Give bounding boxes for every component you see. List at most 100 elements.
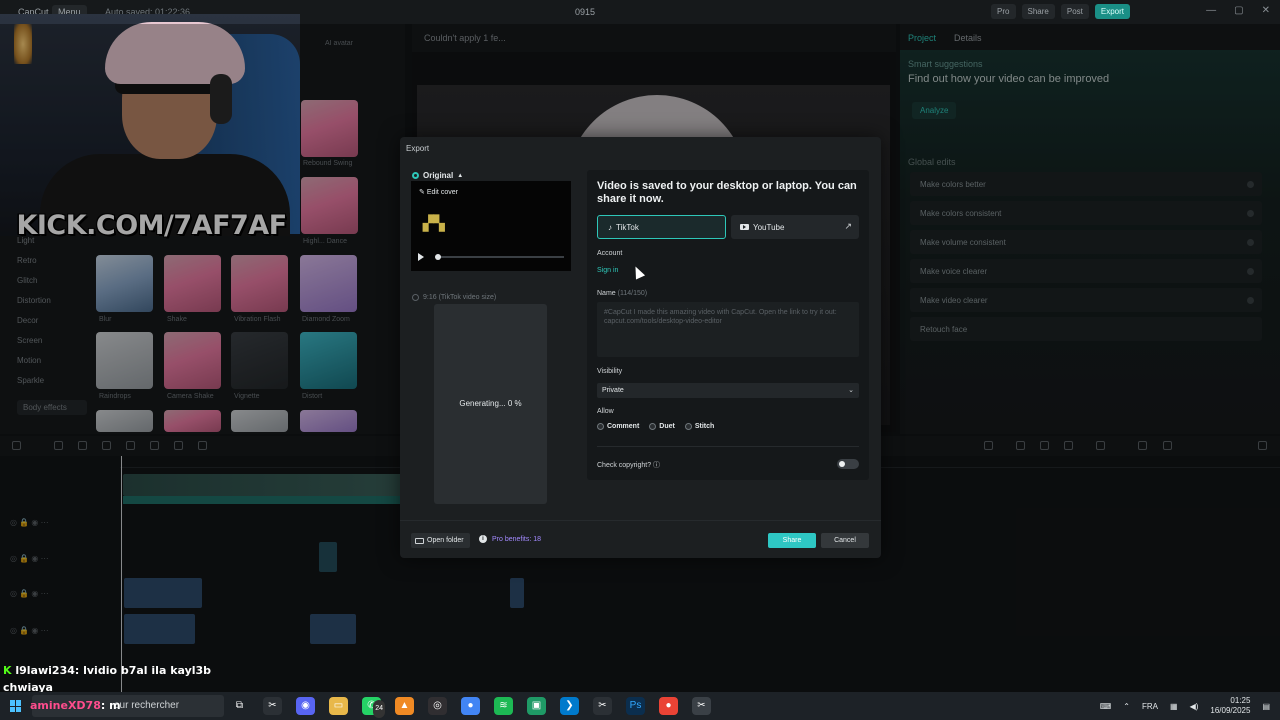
keyboard-icon[interactable]: ⌨: [1100, 702, 1112, 711]
visibility-label: Visibility: [597, 368, 623, 375]
allow-label: Allow: [597, 408, 614, 415]
clock[interactable]: 01:25 16/09/2025: [1210, 696, 1250, 716]
allow-option-label: Duet: [659, 423, 675, 430]
titlebar-actions: Pro Share Post Export: [991, 4, 1130, 19]
pro-benefits-label: Pro benefits: 18: [492, 535, 542, 543]
clock-time: 01:25: [1230, 696, 1251, 705]
export-button[interactable]: Export: [1094, 4, 1130, 19]
notification-icon[interactable]: ▤: [1262, 702, 1270, 711]
chevron-up-icon[interactable]: ⌃: [1123, 702, 1130, 711]
volume-icon[interactable]: ◀): [1190, 702, 1199, 711]
chevron-down-icon: ⌄: [848, 387, 854, 394]
radio-unselected-icon[interactable]: [412, 294, 419, 301]
clock-date: 16/09/2025: [1210, 706, 1251, 715]
discord-icon[interactable]: ◉: [296, 697, 315, 715]
whatsapp-icon[interactable]: ✆ 24: [362, 697, 385, 718]
allow-stitch-checkbox[interactable]: Stitch: [684, 423, 715, 430]
allow-option-label: Stitch: [694, 423, 715, 430]
open-folder-label: Open folder: [427, 537, 464, 544]
minimize-icon[interactable]: —: [1206, 5, 1216, 16]
share-heading: Video is saved to your desktop or laptop…: [597, 180, 857, 205]
screen-root: CapCut Menu Auto saved: 01:22:36 0915 Pr…: [0, 0, 1280, 720]
obs-icon[interactable]: ◎: [428, 697, 447, 715]
name-textarea[interactable]: #CapCut I made this amazing video with C…: [597, 302, 859, 357]
app-green-icon[interactable]: ▣: [527, 697, 546, 715]
tiktok-label: TikTok: [616, 222, 639, 232]
kick-badge-icon: K: [3, 664, 16, 677]
chrome-icon[interactable]: ●: [659, 697, 678, 715]
capcut-active-icon[interactable]: ✂: [692, 697, 711, 715]
chat-username: amineXD78: [30, 699, 101, 712]
pro-benefits-link[interactable]: i Pro benefits: 18: [479, 535, 541, 543]
maximize-icon[interactable]: ▢: [1234, 5, 1243, 16]
edit-cover-label: Edit cover: [426, 189, 458, 196]
tiktok-platform-button[interactable]: ♪ TikTok: [597, 215, 726, 239]
copyright-label-row: Check copyright? ⓘ: [597, 460, 660, 470]
chat-message: amineXD78: m: [30, 699, 121, 712]
cover-preview[interactable]: ✎ Edit cover ▞▚: [411, 181, 571, 271]
windows-taskbar: our rechercher amineXD78: m ⧉ ✂ ◉ ▭ ✆ 24 …: [0, 692, 1280, 720]
chevron-up-icon[interactable]: ▲: [457, 173, 463, 179]
youtube-platform-button[interactable]: YouTube ↗: [731, 215, 859, 239]
sign-in-link[interactable]: Sign in: [597, 267, 618, 274]
task-view-icon[interactable]: ⧉: [230, 697, 249, 715]
chrome-icon[interactable]: ●: [461, 697, 480, 715]
play-icon[interactable]: [418, 253, 424, 261]
close-icon[interactable]: ✕: [1262, 5, 1270, 16]
scrubber-handle[interactable]: [435, 254, 441, 260]
spotify-icon[interactable]: ≋: [494, 697, 513, 715]
checkbox-icon[interactable]: [649, 423, 657, 430]
original-size-option[interactable]: Original ▲: [412, 171, 463, 180]
pro-button[interactable]: Pro: [991, 4, 1016, 19]
start-icon[interactable]: [10, 700, 22, 712]
divider: [597, 446, 859, 447]
help-icon[interactable]: ⓘ: [653, 462, 660, 469]
capcut-icon[interactable]: ✂: [593, 697, 612, 715]
allow-duet-checkbox[interactable]: Duet: [649, 423, 675, 430]
capcut-icon[interactable]: ✂: [263, 697, 282, 715]
cancel-button[interactable]: Cancel: [821, 533, 869, 548]
vscode-icon[interactable]: ❯: [560, 697, 579, 715]
vertical-preview: Generating... 0 %: [434, 304, 547, 504]
share-top-button[interactable]: Share: [1021, 4, 1055, 19]
system-tray: ⌨ ⌃ FRA ▦ ◀) 01:25 16/09/2025 ▤: [1100, 696, 1270, 716]
name-label-row: Name (114/150): [597, 290, 647, 297]
open-folder-button[interactable]: Open folder: [411, 533, 470, 548]
generating-status: Generating... 0 %: [459, 399, 522, 408]
name-char-count: (114/150): [617, 290, 648, 297]
network-icon[interactable]: ▦: [1170, 702, 1178, 711]
photoshop-icon[interactable]: Ps: [626, 697, 645, 715]
edit-cover-button[interactable]: ✎ Edit cover: [419, 188, 458, 196]
allow-option-label: Comment: [607, 423, 640, 430]
vertical-size-option[interactable]: 9:16 (TikTok video size): [412, 294, 496, 301]
info-icon: i: [479, 535, 487, 543]
checkbox-icon[interactable]: [684, 423, 692, 430]
preview-scrubber[interactable]: [436, 256, 564, 258]
youtube-icon: [740, 224, 749, 230]
chat-text: : lvidio b7al ila kayl3b: [74, 664, 212, 677]
visibility-select[interactable]: Private ⌄: [597, 383, 859, 398]
name-label: Name: [597, 290, 616, 297]
edit-icon: ✎: [419, 189, 427, 196]
language-indicator[interactable]: FRA: [1142, 702, 1158, 711]
checkbox-icon[interactable]: [597, 423, 604, 430]
project-title: 0915: [575, 7, 596, 17]
post-button[interactable]: Post: [1060, 4, 1089, 19]
chat-username: l9lawi234: [15, 664, 75, 677]
original-label: Original: [423, 171, 454, 180]
chat-text: : m: [100, 699, 121, 712]
share-panel: Video is saved to your desktop or laptop…: [587, 170, 869, 480]
share-button[interactable]: Share: [768, 533, 816, 548]
chat-message: K l9lawi234: lvidio b7al ila kayl3b: [3, 664, 211, 681]
vlc-icon[interactable]: ▲: [395, 697, 414, 715]
dialog-title: Export: [406, 144, 430, 153]
radio-selected-icon[interactable]: [412, 172, 419, 179]
dialog-footer: Open folder i Pro benefits: 18 Share Canc…: [400, 520, 881, 558]
copyright-toggle[interactable]: [837, 459, 859, 469]
taskbar-apps: ⧉ ✂ ◉ ▭ ✆ 24 ▲ ◎ ● ≋ ▣ ❯ ✂ Ps ● ✂: [230, 697, 711, 718]
visibility-value: Private: [602, 387, 624, 394]
file-explorer-icon[interactable]: ▭: [329, 697, 348, 715]
allow-options: Comment Duet Stitch: [597, 423, 714, 430]
toggle-knob: [839, 461, 845, 467]
allow-comment-checkbox[interactable]: Comment: [597, 423, 639, 430]
